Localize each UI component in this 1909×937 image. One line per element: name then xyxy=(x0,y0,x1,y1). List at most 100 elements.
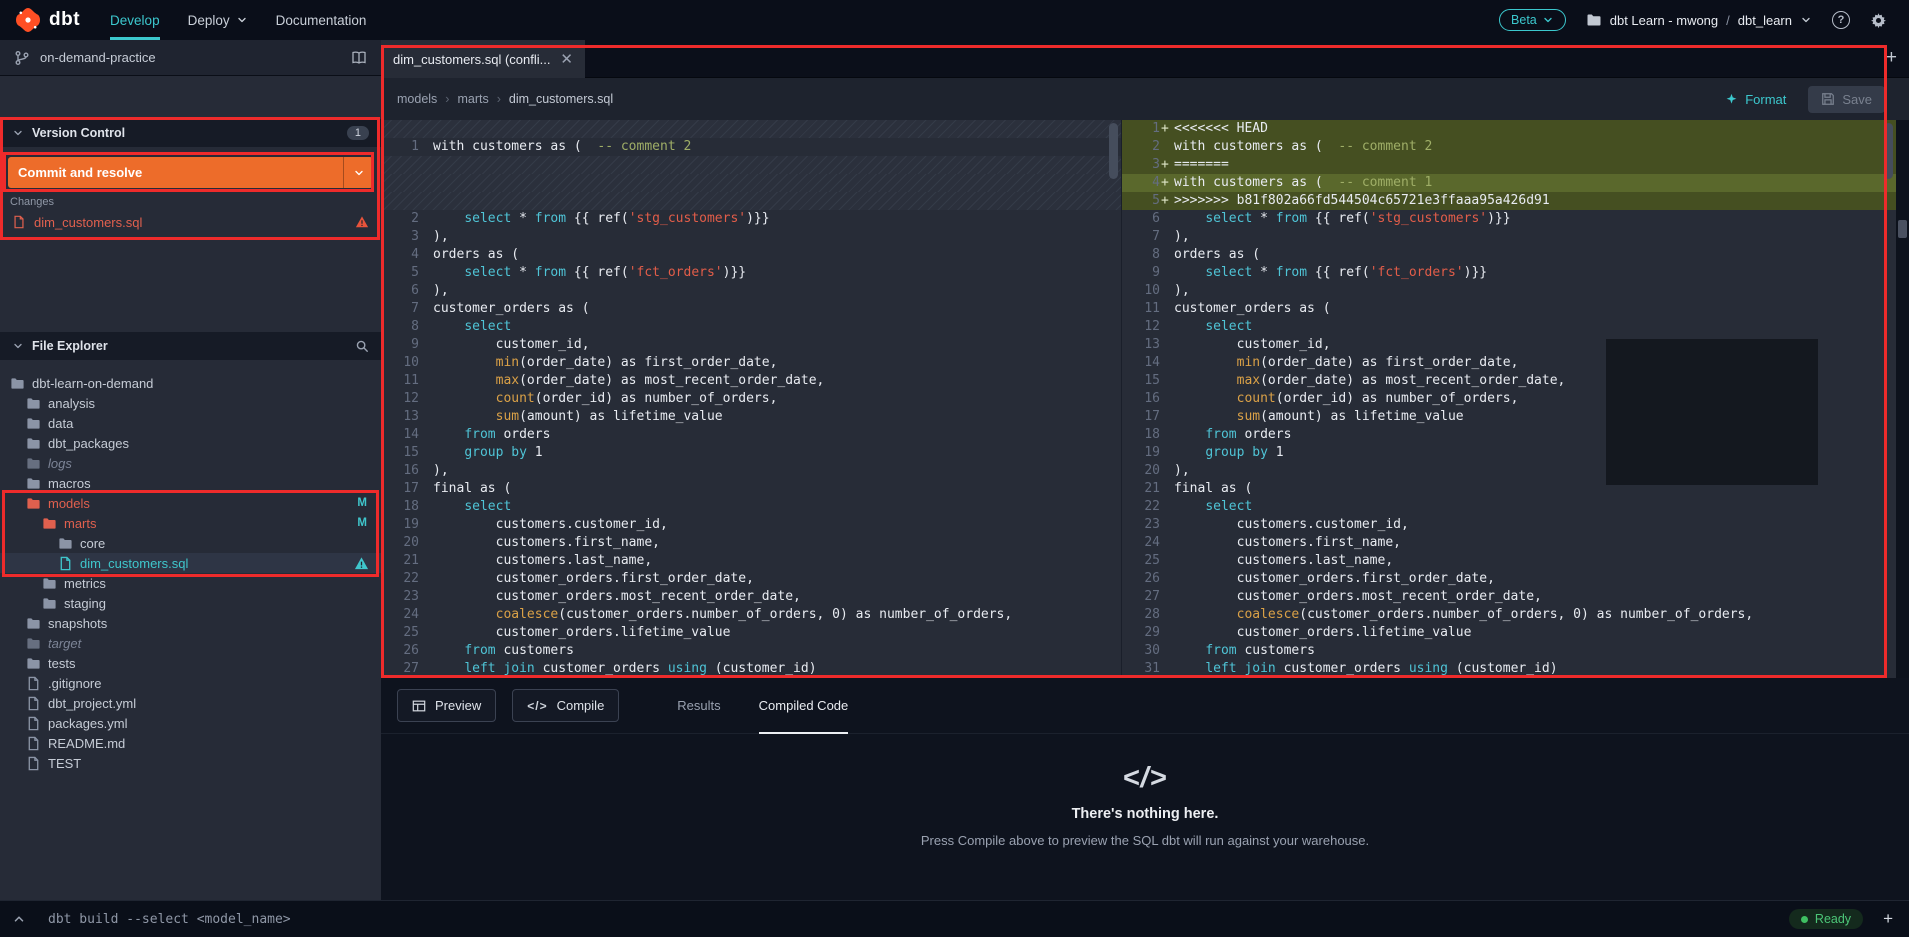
gear-icon[interactable] xyxy=(1870,12,1887,29)
code-line[interactable]: 26 customer_orders.first_order_date, xyxy=(1122,570,1896,588)
panel-tab-compiled-code[interactable]: Compiled Code xyxy=(758,678,849,734)
code-line[interactable]: 16), xyxy=(381,462,1121,480)
scrollbar-thumb[interactable] xyxy=(1884,123,1893,179)
code-line[interactable]: 20 customers.first_name, xyxy=(381,534,1121,552)
tree-item-metrics[interactable]: metrics xyxy=(0,573,381,593)
code-line[interactable]: 4 orders as ( xyxy=(381,246,1121,264)
scrollbar-thumb[interactable] xyxy=(1109,123,1118,179)
tree-item-packages.yml[interactable]: packages.yml xyxy=(0,713,381,733)
preview-button[interactable]: Preview xyxy=(397,689,497,722)
code-line[interactable]: 29 customer_orders.lifetime_value xyxy=(1122,624,1896,642)
breadcrumb-item[interactable]: dim_customers.sql xyxy=(509,92,613,106)
code-line[interactable]: 9 customer_id, xyxy=(381,336,1121,354)
tree-item-tests[interactable]: tests xyxy=(0,653,381,673)
code-line[interactable]: 9 select * from {{ ref('fct_orders')}} xyxy=(1122,264,1896,282)
tree-item-TEST[interactable]: TEST xyxy=(0,753,381,773)
code-line[interactable]: 25 customers.last_name, xyxy=(1122,552,1896,570)
code-line[interactable]: 3), xyxy=(381,228,1121,246)
new-tab-icon[interactable]: + xyxy=(1886,47,1897,69)
code-line[interactable]: 7 ), xyxy=(1122,228,1896,246)
code-line[interactable]: 12 select xyxy=(1122,318,1896,336)
code-line[interactable]: 8 select xyxy=(381,318,1121,336)
code-line[interactable]: 6), xyxy=(381,282,1121,300)
compile-button[interactable]: </> Compile xyxy=(512,689,620,722)
code-line[interactable]: 24 coalesce(customer_orders.number_of_or… xyxy=(381,606,1121,624)
code-line[interactable]: 30 from customers xyxy=(1122,642,1896,660)
code-line[interactable]: 27 customer_orders.most_recent_order_dat… xyxy=(1122,588,1896,606)
code-line[interactable]: 1 with customers as ( -- comment 2 xyxy=(381,138,1121,156)
add-icon[interactable]: + xyxy=(1883,909,1893,929)
code-line[interactable]: 31 left join customer_orders using (cust… xyxy=(1122,660,1896,678)
editor-pane-current[interactable]: 1 with customers as ( -- comment 2 2 selec… xyxy=(381,120,1121,678)
project-breadcrumb[interactable]: dbt Learn - mwong / dbt_learn xyxy=(1586,12,1812,28)
code-line[interactable]: 17 final as ( xyxy=(381,480,1121,498)
code-line[interactable]: 7 customer_orders as ( xyxy=(381,300,1121,318)
commit-and-resolve-button[interactable]: Commit and resolve xyxy=(8,157,373,188)
tree-item-marts[interactable]: marts M xyxy=(0,513,381,533)
commit-options-toggle[interactable] xyxy=(343,157,373,188)
editor-pane-merge[interactable]: 1 + <<<<<<< HEAD 2 with customers as ( -- c… xyxy=(1121,120,1896,678)
code-line[interactable]: 22 select xyxy=(1122,498,1896,516)
tree-item-analysis[interactable]: analysis xyxy=(0,393,381,413)
tree-item-dim_customers.sql[interactable]: dim_customers.sql xyxy=(0,553,381,573)
nav-documentation[interactable]: Documentation xyxy=(276,0,367,40)
code-line[interactable]: 23 customer_orders.most_recent_order_dat… xyxy=(381,588,1121,606)
nav-develop[interactable]: Develop xyxy=(110,0,160,40)
help-icon[interactable]: ? xyxy=(1832,11,1850,29)
beta-badge[interactable]: Beta xyxy=(1499,9,1566,31)
tab-dim-customers[interactable]: dim_customers.sql (confli... ✕ xyxy=(381,40,585,78)
branch-selector[interactable]: on-demand-practice xyxy=(0,40,381,76)
code-line[interactable]: 24 customers.first_name, xyxy=(1122,534,1896,552)
code-line[interactable]: 4 + with customers as ( -- comment 1 xyxy=(1122,174,1896,192)
code-line[interactable]: 11 customer_orders as ( xyxy=(1122,300,1896,318)
format-button[interactable]: Format xyxy=(1725,92,1786,107)
code-line[interactable]: 11 max(order_date) as most_recent_order_… xyxy=(381,372,1121,390)
close-tab-icon[interactable]: ✕ xyxy=(560,52,573,67)
dbt-command-input[interactable]: dbt build --select <model_name> xyxy=(48,912,291,927)
code-line[interactable]: 1 + <<<<<<< HEAD xyxy=(1122,120,1896,138)
file-explorer-header[interactable]: File Explorer xyxy=(0,332,381,360)
code-line[interactable]: 15 group by 1 xyxy=(381,444,1121,462)
tree-item-.gitignore[interactable]: .gitignore xyxy=(0,673,381,693)
code-line[interactable]: 25 customer_orders.lifetime_value xyxy=(381,624,1121,642)
tree-item-dbt-learn-on-demand[interactable]: dbt-learn-on-demand xyxy=(0,373,381,393)
code-line[interactable]: 5 select * from {{ ref('fct_orders')}} xyxy=(381,264,1121,282)
code-line[interactable]: 2 select * from {{ ref('stg_customers')}… xyxy=(381,210,1121,228)
code-line[interactable]: 6 select * from {{ ref('stg_customers')}… xyxy=(1122,210,1896,228)
code-line[interactable]: 26 from customers xyxy=(381,642,1121,660)
tree-item-models[interactable]: models M xyxy=(0,493,381,513)
code-line[interactable]: 2 with customers as ( -- comment 2 xyxy=(1122,138,1896,156)
breadcrumb-item[interactable]: marts xyxy=(457,92,488,106)
tree-item-staging[interactable]: staging xyxy=(0,593,381,613)
expand-panel-icon[interactable] xyxy=(12,912,26,926)
code-line[interactable]: 10 min(order_date) as first_order_date, xyxy=(381,354,1121,372)
code-line[interactable]: 12 count(order_id) as number_of_orders, xyxy=(381,390,1121,408)
nav-deploy[interactable]: Deploy xyxy=(188,0,248,40)
code-line[interactable]: 10 ), xyxy=(1122,282,1896,300)
code-line[interactable]: 27 left join customer_orders using (cust… xyxy=(381,660,1121,678)
code-line[interactable]: 19 customers.customer_id, xyxy=(381,516,1121,534)
code-line[interactable]: 8 orders as ( xyxy=(1122,246,1896,264)
code-line[interactable]: 5 + >>>>>>> b81f802a66fd544504c65721e3ffaa… xyxy=(1122,192,1896,210)
tree-item-data[interactable]: data xyxy=(0,413,381,433)
tree-item-core[interactable]: core xyxy=(0,533,381,553)
breadcrumb-item[interactable]: models xyxy=(397,92,437,106)
code-line[interactable]: 18 select xyxy=(381,498,1121,516)
code-line[interactable]: 22 customer_orders.first_order_date, xyxy=(381,570,1121,588)
panel-tab-results[interactable]: Results xyxy=(677,678,720,734)
code-line[interactable]: 21 customers.last_name, xyxy=(381,552,1121,570)
tree-item-dbt_packages[interactable]: dbt_packages xyxy=(0,433,381,453)
tree-item-macros[interactable]: macros xyxy=(0,473,381,493)
changed-file[interactable]: dim_customers.sql xyxy=(0,212,381,232)
tree-item-README.md[interactable]: README.md xyxy=(0,733,381,753)
save-button[interactable]: Save xyxy=(1808,85,1885,113)
tree-item-logs[interactable]: logs xyxy=(0,453,381,473)
code-line[interactable]: 13 sum(amount) as lifetime_value xyxy=(381,408,1121,426)
dbt-logo[interactable]: dbt xyxy=(16,8,80,32)
code-line[interactable]: 14 from orders xyxy=(381,426,1121,444)
code-line[interactable]: 23 customers.customer_id, xyxy=(1122,516,1896,534)
code-line[interactable]: 28 coalesce(customer_orders.number_of_or… xyxy=(1122,606,1896,624)
tree-item-snapshots[interactable]: snapshots xyxy=(0,613,381,633)
tree-item-target[interactable]: target xyxy=(0,633,381,653)
version-control-header[interactable]: Version Control 1 xyxy=(0,119,381,147)
